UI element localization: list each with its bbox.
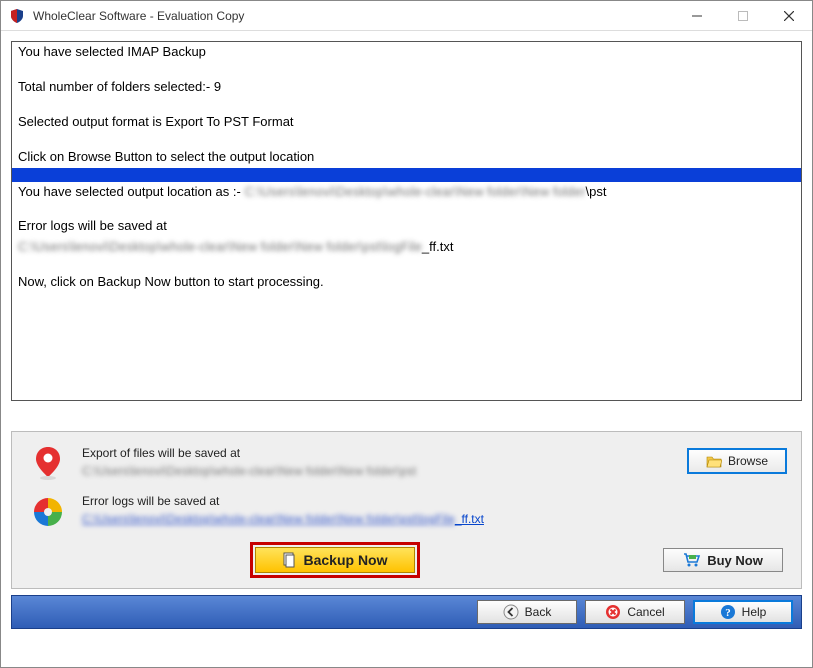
log-spacer xyxy=(12,202,801,216)
svg-text:?: ? xyxy=(725,607,731,619)
log-line-selected[interactable] xyxy=(12,168,801,182)
backup-now-button[interactable]: Backup Now xyxy=(255,547,415,573)
minimize-button[interactable] xyxy=(674,1,720,30)
export-path: C:\Users\lenovi\Desktop\whole-clear\New … xyxy=(82,464,687,478)
cancel-label: Cancel xyxy=(627,605,664,619)
lower-panel: Export of files will be saved at C:\User… xyxy=(11,431,802,589)
back-button[interactable]: Back xyxy=(477,600,577,624)
log-spacer xyxy=(12,258,801,272)
errorlog-row: Error logs will be saved at C:\Users\len… xyxy=(22,488,791,536)
buy-label: Buy Now xyxy=(707,553,763,568)
backup-label: Backup Now xyxy=(303,552,387,568)
cancel-icon xyxy=(605,604,621,620)
log-line: Error logs will be saved at xyxy=(12,216,801,237)
maximize-button[interactable] xyxy=(720,1,766,30)
action-row: Backup Now Buy Now xyxy=(22,536,791,582)
footer-bar: Back Cancel ? xyxy=(11,595,802,629)
back-arrow-icon xyxy=(503,604,519,620)
backup-icon xyxy=(281,552,297,568)
log-line: Selected output format is Export To PST … xyxy=(12,112,801,133)
log-spacer xyxy=(12,63,801,77)
window-title: WholeClear Software - Evaluation Copy xyxy=(33,9,674,23)
folder-icon xyxy=(706,454,722,468)
help-label: Help xyxy=(742,605,767,619)
log-spacer xyxy=(12,133,801,147)
errorlog-label: Error logs will be saved at xyxy=(82,494,787,508)
log-line: Total number of folders selected:- 9 xyxy=(12,77,801,98)
log-spacer xyxy=(12,98,801,112)
pie-chart-icon xyxy=(30,494,66,530)
location-pin-icon xyxy=(30,446,66,482)
errorlog-text: Error logs will be saved at C:\Users\len… xyxy=(82,494,787,526)
buy-now-button[interactable]: Buy Now xyxy=(663,548,783,572)
titlebar: WholeClear Software - Evaluation Copy xyxy=(1,1,812,31)
content-area: You have selected IMAP Backup Total numb… xyxy=(1,31,812,667)
log-line: Click on Browse Button to select the out… xyxy=(12,147,801,168)
export-text: Export of files will be saved at C:\User… xyxy=(82,446,687,478)
backup-highlight: Backup Now xyxy=(250,542,420,578)
log-line: C:\Users\lenovi\Desktop\whole-clear\New … xyxy=(12,237,801,258)
log-box[interactable]: You have selected IMAP Backup Total numb… xyxy=(11,41,802,401)
app-window: WholeClear Software - Evaluation Copy Yo… xyxy=(0,0,813,668)
log-line: Now, click on Backup Now button to start… xyxy=(12,272,801,293)
back-label: Back xyxy=(525,605,552,619)
export-row: Export of files will be saved at C:\User… xyxy=(22,440,791,488)
errorlog-path[interactable]: C:\Users\lenovi\Desktop\whole-clear\New … xyxy=(82,512,787,526)
app-icon xyxy=(9,8,25,24)
help-icon: ? xyxy=(720,604,736,620)
log-line: You have selected output location as :- … xyxy=(12,182,801,203)
export-label: Export of files will be saved at xyxy=(82,446,687,460)
close-button[interactable] xyxy=(766,1,812,30)
cart-icon xyxy=(683,552,701,568)
browse-button[interactable]: Browse xyxy=(687,448,787,474)
browse-label: Browse xyxy=(728,454,768,468)
cancel-button[interactable]: Cancel xyxy=(585,600,685,624)
log-line: You have selected IMAP Backup xyxy=(12,42,801,63)
help-button[interactable]: ? Help xyxy=(693,600,793,624)
window-controls xyxy=(674,1,812,30)
